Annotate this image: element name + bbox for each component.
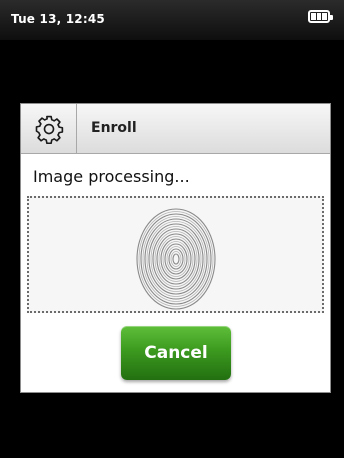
cancel-button[interactable]: Cancel [121, 326, 231, 380]
processing-status-text: Image processing... [33, 167, 190, 186]
status-bar: Tue 13, 12:45 [0, 0, 344, 40]
status-time: Tue 13, 12:45 [11, 12, 105, 26]
dialog-header: Enroll [21, 104, 330, 154]
fingerprint-scan-area [27, 196, 324, 313]
battery-full-icon [308, 10, 333, 23]
gear-icon [35, 115, 63, 144]
dialog-title: Enroll [91, 120, 137, 136]
enroll-dialog: Enroll Image processing... Cancel [20, 103, 331, 393]
settings-button[interactable] [21, 104, 77, 153]
fingerprint-image [135, 207, 216, 310]
